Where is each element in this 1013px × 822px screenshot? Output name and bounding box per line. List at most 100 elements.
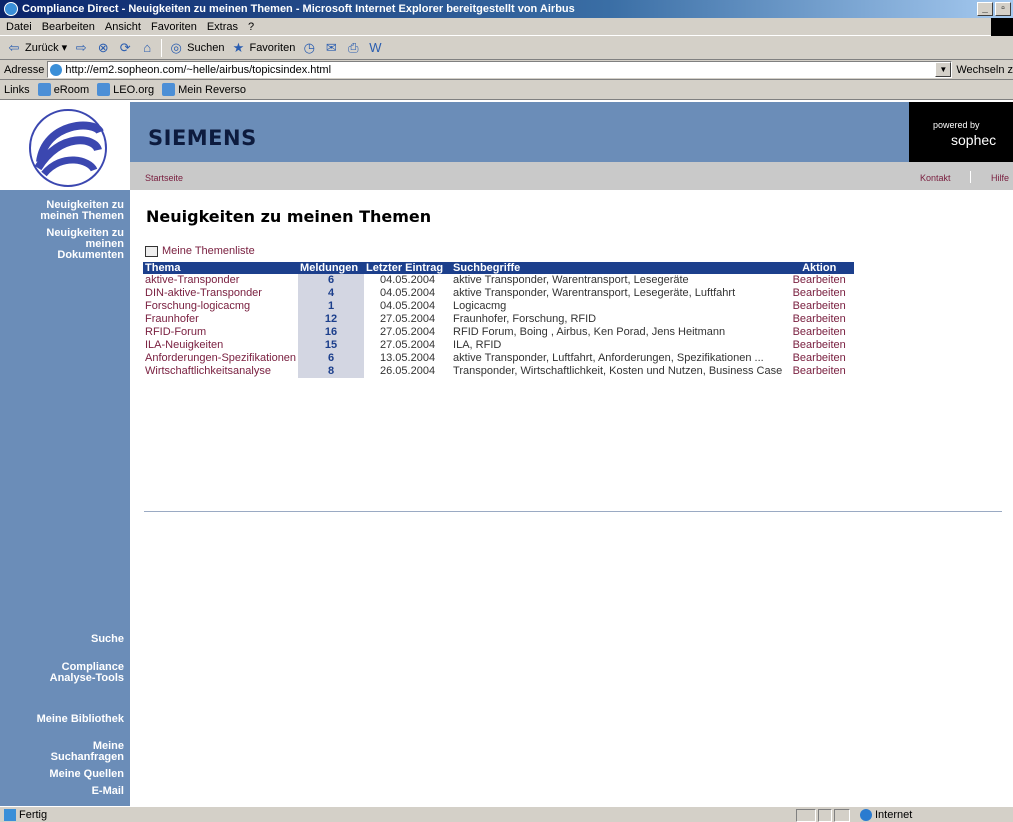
list-icon xyxy=(145,245,158,257)
table-row: Anforderungen-Spezifikationen 6 13.05.2004… xyxy=(143,352,854,365)
column-header-topic[interactable]: Thema xyxy=(143,262,299,274)
sidebar-item-search[interactable]: Suche xyxy=(91,634,124,645)
word-icon[interactable]: W xyxy=(367,40,383,56)
search-terms: Transponder, Wirtschaftlichkeit, Kosten … xyxy=(453,365,783,377)
table-row: aktive-Transponder 6 04.05.2004 aktive Tran… xyxy=(143,274,854,287)
sidebar-item-email[interactable]: E-Mail xyxy=(92,786,124,797)
security-zone: Internet xyxy=(860,809,912,821)
column-header-terms[interactable]: Suchbegriffe xyxy=(451,262,785,274)
print-icon[interactable]: ⎙ xyxy=(345,40,361,56)
powered-by-badge: powered by sophec xyxy=(909,102,1013,162)
logo[interactable] xyxy=(0,102,130,190)
column-header-date[interactable]: Letzter Eintrag xyxy=(364,262,452,274)
topic-list-link[interactable]: Meine Themenliste xyxy=(145,245,255,257)
link-eroom[interactable]: eRoom xyxy=(37,83,89,96)
message-count[interactable]: 16 xyxy=(298,326,365,339)
edit-link[interactable]: Bearbeiten xyxy=(784,352,854,365)
last-entry-date: 04.05.2004 xyxy=(380,287,436,299)
address-dropdown-button[interactable]: ▼ xyxy=(935,62,952,77)
sidebar-item-library[interactable]: Meine Bibliothek xyxy=(37,714,124,725)
site-header: SIEMENS powered by sophec xyxy=(130,102,1013,162)
web-page: SIEMENS powered by sophec Startseite Kon… xyxy=(0,102,1013,806)
mail-icon[interactable]: ✉ xyxy=(323,40,339,56)
topic-link[interactable]: DIN-aktive-Transponder xyxy=(143,287,298,300)
windows-logo-icon xyxy=(991,18,1013,36)
window-title: Compliance Direct - Neuigkeiten zu meine… xyxy=(22,3,575,15)
address-input[interactable]: http://em2.sopheon.com/~helle/airbus/top… xyxy=(47,61,953,78)
message-count[interactable]: 15 xyxy=(298,339,365,352)
topic-link[interactable]: Forschung-logicacmg xyxy=(143,300,298,313)
topic-link[interactable]: Wirtschaftlichkeitsanalyse xyxy=(143,365,298,378)
topic-link[interactable]: Anforderungen-Spezifikationen xyxy=(143,352,298,365)
link-leo[interactable]: LEO.org xyxy=(97,83,154,96)
menu-datei[interactable]: Datei xyxy=(6,21,32,33)
message-count[interactable]: 4 xyxy=(298,287,365,300)
help-link[interactable]: Hilfe xyxy=(991,173,1009,183)
last-entry-date: 27.05.2004 xyxy=(380,326,436,338)
globe-icon xyxy=(860,809,872,821)
last-entry-date: 26.05.2004 xyxy=(380,365,436,377)
edit-link[interactable]: Bearbeiten xyxy=(784,287,854,300)
refresh-icon[interactable]: ⟳ xyxy=(117,40,133,56)
stop-icon[interactable]: ⊗ xyxy=(95,40,111,56)
sub-navigation: Startseite Kontakt Hilfe xyxy=(130,162,1013,190)
address-label: Adresse xyxy=(4,63,45,76)
contact-link[interactable]: Kontakt xyxy=(920,173,951,183)
sidebar-item-sources[interactable]: Meine Quellen xyxy=(49,769,124,780)
edit-link[interactable]: Bearbeiten xyxy=(784,300,854,313)
home-link[interactable]: Startseite xyxy=(145,173,183,183)
table-row: ILA-Neuigkeiten 15 27.05.2004 ILA, RFID Bear… xyxy=(143,339,854,352)
topic-link[interactable]: aktive-Transponder xyxy=(143,274,298,287)
message-count[interactable]: 6 xyxy=(298,274,365,287)
search-icon: ◎ xyxy=(170,39,182,55)
links-bar: Links eRoom LEO.org Mein Reverso xyxy=(0,80,1013,100)
topic-link[interactable]: ILA-Neuigkeiten xyxy=(143,339,298,352)
link-reverso[interactable]: Mein Reverso xyxy=(162,83,246,96)
topic-link[interactable]: RFID-Forum xyxy=(143,326,298,339)
page-status-icon xyxy=(4,808,16,821)
back-button[interactable]: ⇦ Zurück ▾ xyxy=(6,40,68,56)
last-entry-date: 13.05.2004 xyxy=(380,352,436,364)
message-count[interactable]: 8 xyxy=(298,365,365,378)
menu-extras[interactable]: Extras xyxy=(207,21,238,33)
search-terms: aktive Transponder, Warentransport, Lese… xyxy=(453,274,689,286)
address-url: http://em2.sopheon.com/~helle/airbus/top… xyxy=(65,63,332,76)
edit-link[interactable]: Bearbeiten xyxy=(784,313,854,326)
sidebar-item-queries[interactable]: Meine Suchanfragen xyxy=(51,741,124,763)
table-header-row: Thema Meldungen Letzter Eintrag Suchbegr… xyxy=(143,262,855,274)
sidebar-item-compliance[interactable]: Compliance Analyse-Tools xyxy=(50,662,124,684)
topic-link[interactable]: Fraunhofer xyxy=(143,313,298,326)
message-count[interactable]: 1 xyxy=(298,300,365,313)
last-entry-date: 27.05.2004 xyxy=(380,313,436,325)
search-terms: aktive Transponder, Warentransport, Lese… xyxy=(453,287,736,299)
sidebar-item-news-documents[interactable]: Neuigkeiten zu meinen Dokumenten xyxy=(46,228,124,261)
last-entry-date: 04.05.2004 xyxy=(380,300,436,312)
divider xyxy=(144,511,1002,512)
message-count[interactable]: 6 xyxy=(298,352,365,365)
edit-link[interactable]: Bearbeiten xyxy=(784,274,854,287)
search-terms: Logicacmg xyxy=(453,300,507,312)
column-header-count[interactable]: Meldungen xyxy=(298,262,365,274)
status-cell xyxy=(818,809,832,822)
status-bar: Fertig Internet xyxy=(0,806,1013,822)
toolbar-separator xyxy=(161,38,163,57)
edit-link[interactable]: Bearbeiten xyxy=(784,326,854,339)
menu-bearbeiten[interactable]: Bearbeiten xyxy=(42,21,95,33)
menu-favoriten[interactable]: Favoriten xyxy=(151,21,197,33)
favorites-button[interactable]: ★ Favoriten xyxy=(230,40,296,56)
message-count[interactable]: 12 xyxy=(298,313,365,326)
menu-bar: Datei Bearbeiten Ansicht Favoriten Extra… xyxy=(0,18,1013,36)
logo-swirl-icon xyxy=(29,109,107,187)
menu-ansicht[interactable]: Ansicht xyxy=(105,21,141,33)
menu-help[interactable]: ? xyxy=(248,21,254,33)
go-button[interactable]: Wechseln z xyxy=(956,64,1013,76)
home-icon[interactable]: ⌂ xyxy=(139,40,155,56)
edit-link[interactable]: Bearbeiten xyxy=(784,365,854,378)
edit-link[interactable]: Bearbeiten xyxy=(784,339,854,352)
maximize-button[interactable]: ▫ xyxy=(995,2,1011,16)
minimize-button[interactable]: _ xyxy=(977,2,993,16)
history-icon[interactable]: ◷ xyxy=(301,40,317,56)
forward-button[interactable]: ⇨ xyxy=(73,40,89,56)
search-button[interactable]: ◎ Suchen xyxy=(168,40,224,56)
sidebar-item-news-topics[interactable]: Neuigkeiten zu meinen Themen xyxy=(40,200,124,222)
